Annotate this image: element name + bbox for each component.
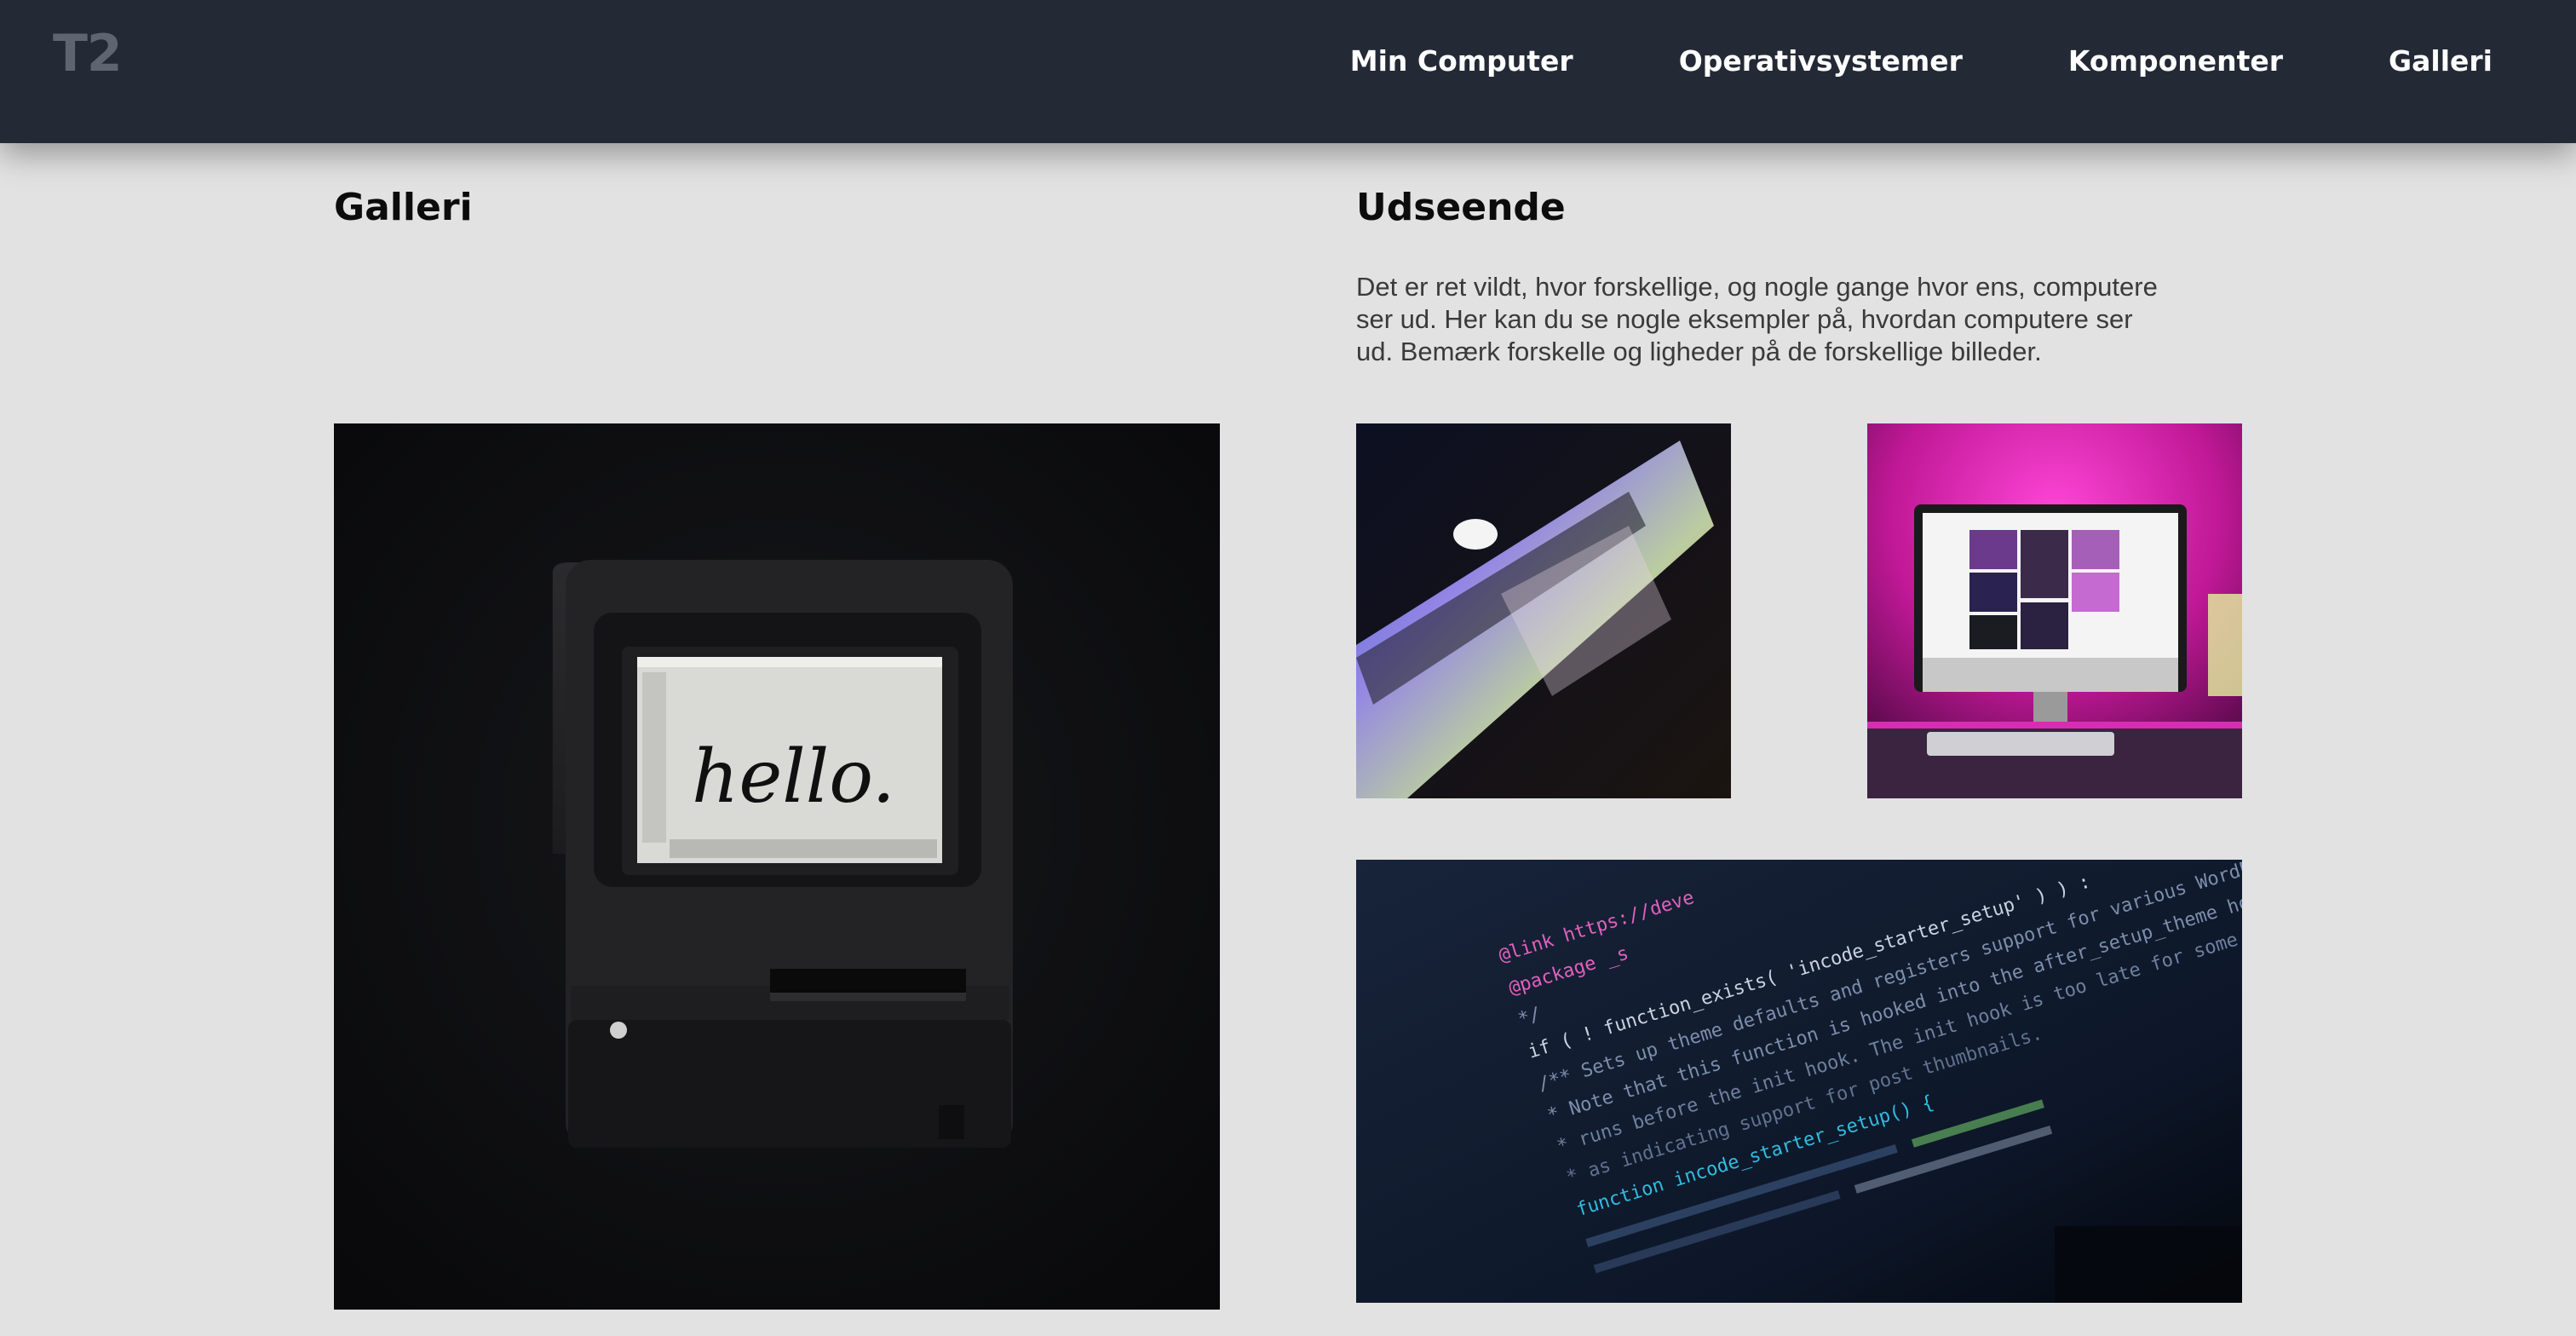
imac-pink-photo xyxy=(1867,423,2242,798)
gallery-heading: Galleri xyxy=(334,186,473,229)
nav-link-komponenter[interactable]: Komponenter xyxy=(2068,44,2283,78)
nav-link-min-computer[interactable]: Min Computer xyxy=(1350,44,1573,78)
top-navigation-bar: T2 Min Computer Operativsystemer Kompone… xyxy=(0,0,2576,143)
appearance-heading: Udseende xyxy=(1356,186,1566,229)
appearance-description: Det er ret vildt, hvor forskellige, og n… xyxy=(1356,272,2158,366)
main-nav: Min Computer Operativsystemer Komponente… xyxy=(1245,44,2493,78)
nav-link-galleri[interactable]: Galleri xyxy=(2389,44,2493,78)
code-screen-photo: @link https://deve @package _s */ if ( !… xyxy=(1356,860,2242,1303)
macintosh-hello-photo: hello. xyxy=(334,423,1220,1310)
nav-link-operativsystemer[interactable]: Operativsystemer xyxy=(1679,44,1963,78)
site-logo[interactable]: T2 xyxy=(53,24,123,84)
hello-screen-text: hello. xyxy=(692,734,895,820)
macbook-rainbow-photo xyxy=(1356,423,1731,798)
